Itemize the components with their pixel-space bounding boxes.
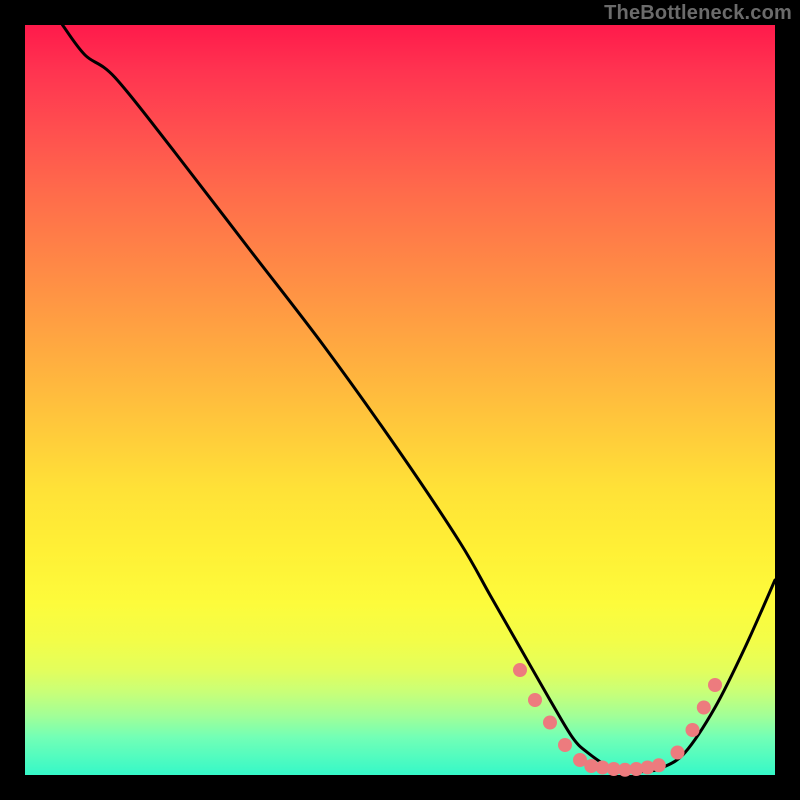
curve-marker <box>708 678 722 692</box>
chart-svg <box>25 25 775 775</box>
curve-marker <box>513 663 527 677</box>
curve-marker <box>528 693 542 707</box>
watermark-label: TheBottleneck.com <box>604 2 792 25</box>
curve-marker <box>543 716 557 730</box>
curve-marker <box>652 758 666 772</box>
curve-marker <box>558 738 572 752</box>
plot-area <box>25 25 775 775</box>
curve-marker <box>686 723 700 737</box>
curve-marker <box>697 701 711 715</box>
chart-frame: TheBottleneck.com <box>0 0 800 800</box>
marker-group <box>513 663 722 777</box>
curve-marker <box>671 746 685 760</box>
bottleneck-curve <box>63 25 776 772</box>
